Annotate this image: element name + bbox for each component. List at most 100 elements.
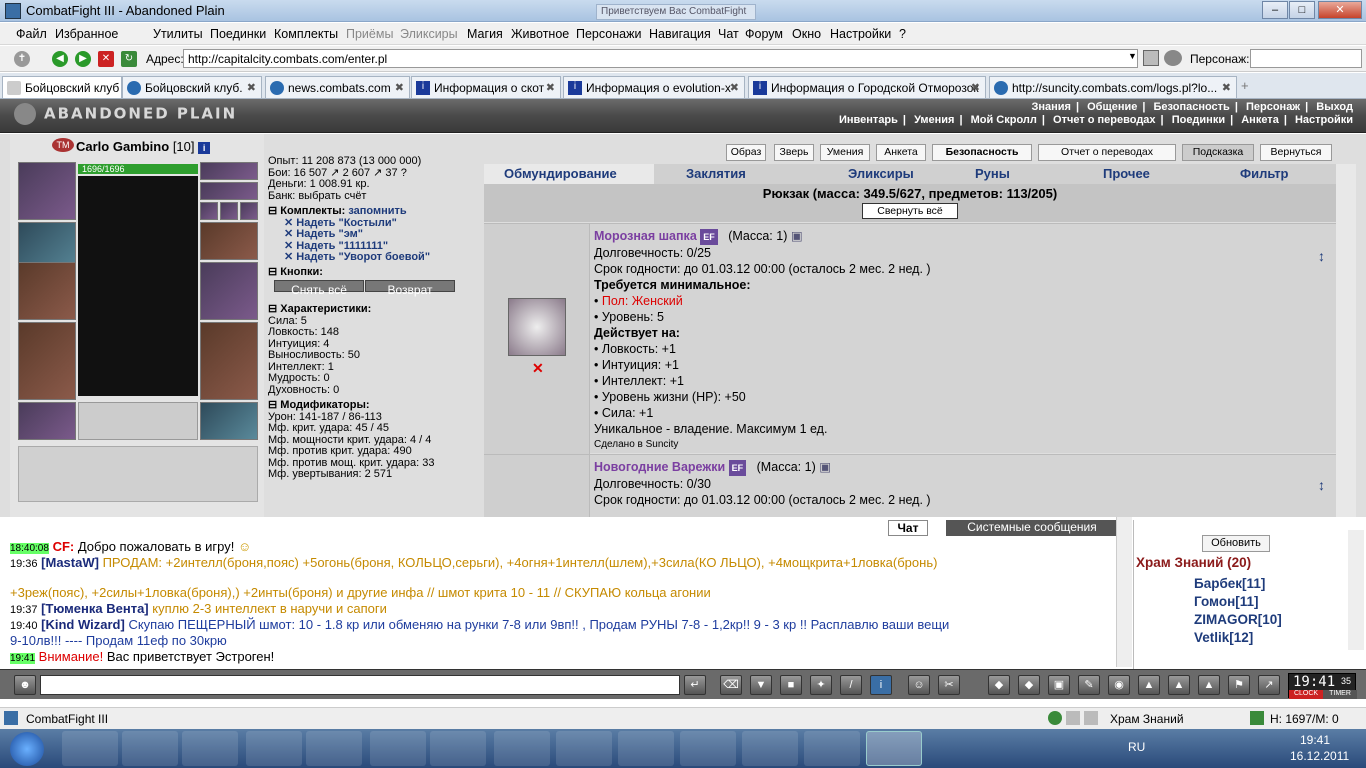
ring-slot-2[interactable] [220,202,238,220]
skills-button[interactable]: Умения [820,144,870,161]
maximize-button[interactable]: □ [1289,1,1315,19]
amulet-slot[interactable] [200,182,258,200]
menu-magic[interactable]: Магия [467,27,503,41]
earrings-slot[interactable] [200,162,258,180]
chrome-taskbar-icon[interactable] [618,731,674,766]
bank[interactable]: Банк: выбрать счёт [268,190,478,203]
background-window-tab[interactable]: Приветствуем Вас CombatFight [596,4,756,20]
security-button[interactable]: Безопасность [932,144,1032,161]
tab-news[interactable]: news.combats.com ✖ [265,76,410,98]
chat-nick[interactable]: [MastaW] [41,555,99,570]
windows-media-taskbar-icon[interactable] [306,731,362,766]
bag-icon[interactable]: ◆ [988,675,1010,695]
close-tab-icon[interactable]: ✖ [971,81,980,94]
tab-runes[interactable]: Руны [975,166,1010,181]
rune-slots[interactable] [78,402,198,440]
chat-tab[interactable]: Чат [888,520,928,536]
legs-slot[interactable] [200,322,258,400]
helmet-slot[interactable] [18,162,76,220]
scroll-icon[interactable]: ✎ [1078,675,1100,695]
armor-slot[interactable] [18,322,76,400]
online-scrollbar[interactable] [1348,530,1364,650]
menu-tricks[interactable]: Приёмы [346,27,393,41]
chat-mode-icon[interactable]: i [870,675,892,695]
clear-icon[interactable] [1143,50,1159,66]
close-tab-icon[interactable]: ✖ [730,81,739,94]
combatfight-taskbar-icon[interactable] [866,731,922,766]
weapon-slot[interactable] [18,262,76,320]
k-app-taskbar-icon[interactable] [804,731,860,766]
menu-window[interactable]: Окно [792,27,821,41]
close-tab-icon[interactable]: ✖ [395,81,404,94]
nav-inventory[interactable]: Инвентарь [834,114,903,126]
house-icon[interactable]: ▲ [1198,675,1220,695]
nav-security[interactable]: Безопасность [1149,101,1235,113]
ring-slot-1[interactable] [200,202,218,220]
return-button[interactable]: Возврат [365,280,455,297]
mask-icon[interactable]: ◉ [1108,675,1130,695]
smiley-face-icon[interactable]: ☻ [14,675,36,695]
back-icon[interactable]: ◀ [52,51,68,67]
nav-character[interactable]: Персонаж [1241,101,1305,113]
image-button[interactable]: Образ [726,144,766,161]
menu-utils[interactable]: Утилиты [153,27,203,41]
remove-all-button[interactable]: Снять всё [274,280,364,297]
money-bag-icon[interactable]: ◆ [1018,675,1040,695]
clear-chat-icon[interactable]: ✂ [938,675,960,695]
collapse-all-button[interactable]: Свернуть всё [862,203,958,219]
chevron-down-icon[interactable]: ▼ [1128,51,1137,61]
pin-icon[interactable]: ✝ [14,51,30,67]
colosseum-taskbar-icon[interactable] [494,731,550,766]
menu-elixirs[interactable]: Эликсиры [400,27,458,41]
info-icon[interactable]: i [198,142,211,154]
tab-suncity-logs[interactable]: http://suncity.combats.com/logs.pl?lo...… [989,76,1237,98]
set-item[interactable]: ✕ Надеть "Уворот боевой" [268,252,478,264]
new-tab-icon[interactable]: + [1241,78,1249,93]
menu-chat[interactable]: Чат [718,27,739,41]
tab-elixirs[interactable]: Эликсиры [848,166,914,181]
media-taskbar-icon[interactable] [182,731,238,766]
tab-info-gorodskoy[interactable]: i Информация о Городской Отморозок ✖ [748,76,986,98]
nav-profile[interactable]: Анкета [1236,114,1284,126]
refresh-button[interactable]: Обновить [1202,535,1270,552]
belt-slot[interactable] [18,402,76,440]
eraser-icon[interactable]: ⌫ [720,675,742,695]
shield-slot[interactable] [200,262,258,320]
pet-button[interactable]: Зверь [774,144,814,161]
stop-icon[interactable]: ✕ [98,51,114,67]
notepad-icon[interactable] [1066,711,1080,725]
hint-button[interactable]: Подсказка [1182,144,1254,161]
ie-taskbar-icon[interactable] [62,731,118,766]
back-button[interactable]: Вернуться [1260,144,1332,161]
icq-taskbar-icon[interactable] [556,731,612,766]
character-name[interactable]: Carlo Gambino [10] i [76,139,211,154]
menu-animal[interactable]: Животное [511,27,569,41]
minimize-button[interactable]: – [1262,1,1288,19]
tab-combats-2[interactable]: Бойцовский клуб. ✖ [122,76,262,98]
boots-slot[interactable] [200,402,258,440]
nav-my-scroll[interactable]: Мой Скролл [966,114,1042,126]
lock-icon[interactable]: ▲ [1138,675,1160,695]
belt-items-bar[interactable] [18,446,258,502]
tab-spells[interactable]: Заклятия [686,166,746,181]
expand-arrows-icon[interactable]: ↕ [1318,248,1325,264]
fighter-icon[interactable]: ✦ [810,675,832,695]
persona-select[interactable] [1250,49,1362,68]
skype-taskbar-icon[interactable] [742,731,798,766]
flag-icon[interactable]: ⚑ [1228,675,1250,695]
chest-icon[interactable]: ▣ [1048,675,1070,695]
character-avatar[interactable] [78,176,198,396]
filter-icon[interactable]: ▼ [750,675,772,695]
nav-settings[interactable]: Настройки [1290,114,1358,126]
nav-transfer-report[interactable]: Отчет о переводах [1048,114,1161,126]
nav-exit[interactable]: Выход [1311,101,1358,113]
save-icon[interactable]: ■ [780,675,802,695]
explorer-taskbar-icon[interactable] [122,731,178,766]
arrow-app-taskbar-icon[interactable] [370,731,426,766]
item-name[interactable]: Новогодние Варежки [594,460,725,474]
close-tab-icon[interactable]: ✖ [546,81,555,94]
user-item[interactable]: Гомон[11] [1194,594,1259,609]
exit-icon[interactable]: ↗ [1258,675,1280,695]
translit-icon[interactable]: / [840,675,862,695]
ie2-taskbar-icon[interactable] [680,731,736,766]
